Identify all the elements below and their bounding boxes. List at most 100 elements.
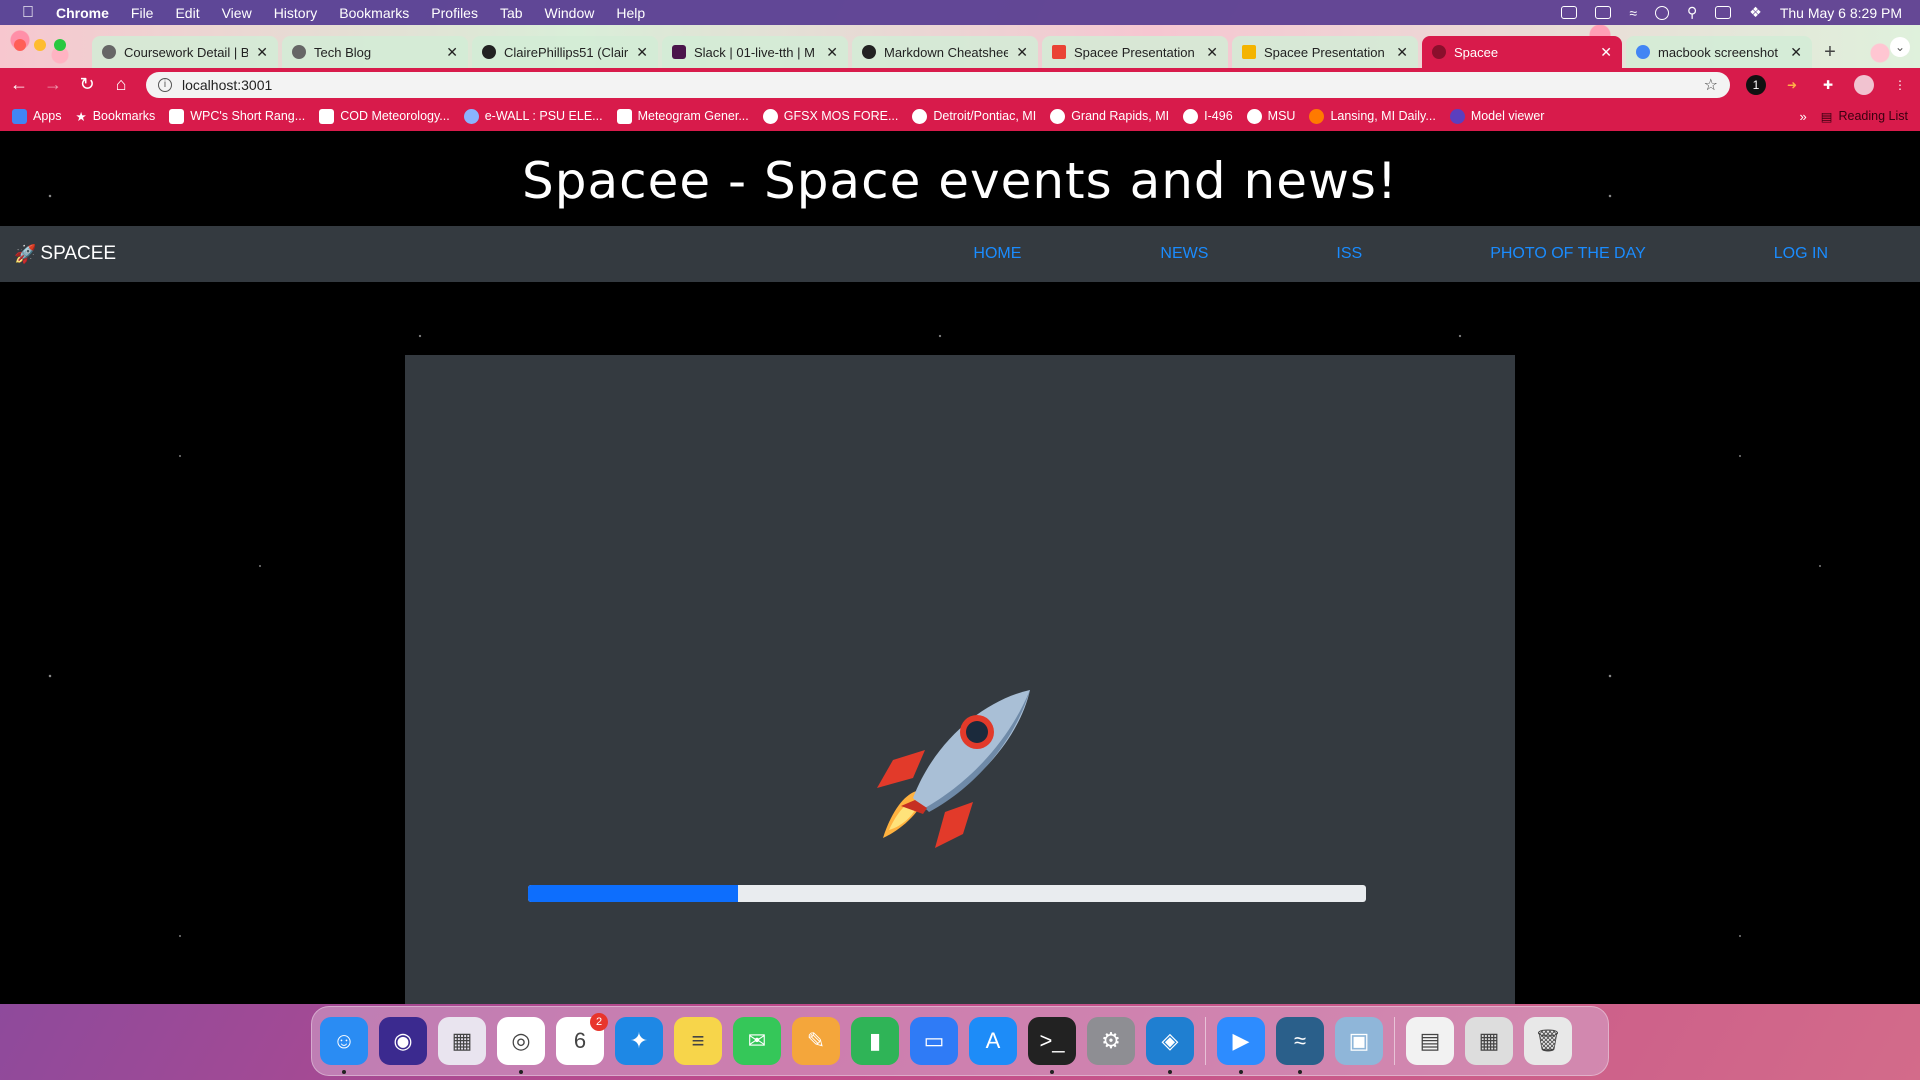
app-store-icon[interactable]: A bbox=[969, 1017, 1017, 1065]
safari-icon[interactable]: ✦ bbox=[615, 1017, 663, 1065]
bookmark-model-viewer[interactable]: Model viewer bbox=[1449, 108, 1544, 124]
bookmark-meteogram[interactable]: Meteogram Gener... bbox=[616, 108, 749, 124]
bookmark-gfsx[interactable]: GFSX MOS FORE... bbox=[762, 108, 898, 124]
system-preferences-icon[interactable]: ⚙ bbox=[1087, 1017, 1135, 1065]
bookmark-msu[interactable]: MSU bbox=[1246, 108, 1295, 124]
tab-tech-blog[interactable]: Tech Blog ✕ bbox=[282, 36, 468, 68]
trash-icon[interactable]: 🗑 bbox=[1524, 1017, 1572, 1065]
bookmark-apps[interactable]: Apps bbox=[12, 108, 62, 124]
nav-iss[interactable]: ISS bbox=[1336, 245, 1362, 263]
browser-toolbar: ← → ↻ ⌂ i localhost:3001 ☆ 1 ➜ ✚ ⋮ bbox=[0, 68, 1920, 101]
running-indicator bbox=[1239, 1070, 1243, 1074]
nav-news[interactable]: NEWS bbox=[1160, 245, 1208, 263]
menu-clock[interactable]: Thu May 6 8:29 PM bbox=[1780, 5, 1902, 21]
new-tab-button[interactable]: + bbox=[1816, 38, 1844, 66]
back-arrow-icon[interactable]: ← bbox=[10, 74, 28, 95]
wifi-icon[interactable]: ≈ bbox=[1629, 5, 1637, 21]
user-status-icon[interactable] bbox=[1655, 5, 1669, 20]
tab-close-icon[interactable]: ✕ bbox=[1790, 44, 1802, 61]
notes-icon[interactable]: ≡ bbox=[674, 1017, 722, 1065]
finder-icon[interactable]: ☺ bbox=[320, 1017, 368, 1074]
tab-slack[interactable]: Slack | 01-live-tth | M ✕ bbox=[662, 36, 848, 68]
extensions-puzzle-icon[interactable]: ✚ bbox=[1818, 75, 1838, 95]
keynote-icon[interactable]: ▭ bbox=[910, 1017, 958, 1065]
tab-markdown-cheatsheet[interactable]: Markdown Cheatshee ✕ bbox=[852, 36, 1038, 68]
vscode-icon[interactable]: ◈ bbox=[1146, 1017, 1194, 1074]
menu-file[interactable]: File bbox=[131, 5, 154, 21]
globe-icon bbox=[1183, 108, 1199, 124]
battery-icon[interactable] bbox=[1595, 6, 1612, 19]
nav-home[interactable]: HOME bbox=[973, 245, 1021, 263]
bookmark-grand-rapids[interactable]: Grand Rapids, MI bbox=[1050, 108, 1169, 124]
menu-history[interactable]: History bbox=[274, 5, 318, 21]
node-window-icon[interactable]: ▦ bbox=[1465, 1017, 1513, 1065]
control-center-icon[interactable] bbox=[1715, 6, 1732, 19]
bookmark-star-icon[interactable]: ☆ bbox=[1704, 75, 1718, 95]
tab-search-icon[interactable]: ⌄ bbox=[1890, 37, 1910, 57]
menu-view[interactable]: View bbox=[222, 5, 252, 21]
bookmark-bookmarks[interactable]: ★ Bookmarks bbox=[76, 109, 156, 124]
tab-close-icon[interactable]: ✕ bbox=[1016, 44, 1028, 61]
siri-status-icon[interactable]: ❖ bbox=[1749, 4, 1762, 21]
tab-macbook-screenshot[interactable]: macbook screenshot ✕ bbox=[1626, 36, 1812, 68]
tab-spacee-presentation-gmail[interactable]: Spacee Presentation ✕ bbox=[1042, 36, 1228, 68]
tab-github-profile[interactable]: ClairePhillips51 (Clair ✕ bbox=[472, 36, 658, 68]
menu-tab[interactable]: Tab bbox=[500, 5, 523, 21]
address-url[interactable]: localhost:3001 bbox=[182, 77, 272, 93]
spotlight-search-icon[interactable]: ⚲ bbox=[1687, 4, 1697, 21]
tab-close-icon[interactable]: ✕ bbox=[1396, 44, 1408, 61]
tab-close-icon[interactable]: ✕ bbox=[636, 44, 648, 61]
zoom-status-icon[interactable] bbox=[1561, 6, 1578, 19]
bookmark-detroit[interactable]: Detroit/Pontiac, MI bbox=[912, 108, 1036, 124]
home-icon[interactable]: ⌂ bbox=[112, 74, 130, 95]
bookmark-ewall[interactable]: e-WALL : PSU ELE... bbox=[463, 108, 603, 124]
tab-close-icon[interactable]: ✕ bbox=[446, 44, 458, 61]
mysql-workbench-icon[interactable]: ≈ bbox=[1276, 1017, 1324, 1074]
menu-window[interactable]: Window bbox=[545, 5, 595, 21]
forward-arrow-icon[interactable]: → bbox=[44, 74, 62, 95]
chrome-icon[interactable]: ◎ bbox=[497, 1017, 545, 1074]
nav-log-in[interactable]: LOG IN bbox=[1774, 245, 1828, 263]
apple-menu-icon[interactable]:  bbox=[0, 4, 56, 22]
pages-icon[interactable]: ✎ bbox=[792, 1017, 840, 1065]
menu-bookmarks[interactable]: Bookmarks bbox=[339, 5, 409, 21]
menu-profiles[interactable]: Profiles bbox=[431, 5, 478, 21]
address-bar[interactable]: i localhost:3001 ☆ bbox=[146, 71, 1730, 98]
launchpad-icon[interactable]: ▦ bbox=[438, 1017, 486, 1065]
tab-close-icon[interactable]: ✕ bbox=[256, 44, 268, 61]
reload-icon[interactable]: ↻ bbox=[78, 74, 96, 95]
bookmark-wpc[interactable]: WPC's Short Rang... bbox=[169, 108, 305, 124]
zoom-window-button[interactable] bbox=[54, 39, 66, 51]
messages-icon[interactable]: ✉ bbox=[733, 1017, 781, 1065]
chrome-menu-icon[interactable]: ⋮ bbox=[1890, 75, 1910, 95]
profile-avatar[interactable] bbox=[1854, 74, 1874, 95]
minimize-window-button[interactable] bbox=[34, 39, 46, 51]
calendar-icon[interactable]: 62 bbox=[556, 1013, 608, 1065]
numbers-icon[interactable]: ▮ bbox=[851, 1017, 899, 1065]
document-icon[interactable]: ▤ bbox=[1406, 1017, 1454, 1065]
extension-arrow-icon[interactable]: ➜ bbox=[1782, 75, 1802, 95]
tab-coursework-detail[interactable]: Coursework Detail | B ✕ bbox=[92, 36, 278, 68]
close-window-button[interactable] bbox=[14, 39, 26, 51]
brand-link[interactable]: 🚀 SPACEE bbox=[14, 243, 116, 265]
siri-icon[interactable]: ◉ bbox=[379, 1017, 427, 1065]
tab-spacee-presentation-slides[interactable]: Spacee Presentation ✕ bbox=[1232, 36, 1418, 68]
nav-photo-of-the-day[interactable]: PHOTO OF THE DAY bbox=[1490, 245, 1646, 263]
zoom-icon[interactable]: ▶ bbox=[1217, 1017, 1265, 1074]
1password-extension-icon[interactable]: 1 bbox=[1746, 74, 1766, 95]
bookmark-lansing[interactable]: Lansing, MI Daily... bbox=[1309, 108, 1436, 124]
reading-list-button[interactable]: ▤ Reading List bbox=[1821, 109, 1908, 124]
tab-close-icon[interactable]: ✕ bbox=[1600, 44, 1612, 61]
terminal-icon[interactable]: >_ bbox=[1028, 1017, 1076, 1074]
preview-icon[interactable]: ▣ bbox=[1335, 1017, 1383, 1065]
menu-app-chrome[interactable]: Chrome bbox=[56, 5, 109, 21]
tab-close-icon[interactable]: ✕ bbox=[1206, 44, 1218, 61]
menu-edit[interactable]: Edit bbox=[175, 5, 199, 21]
tab-spacee-active[interactable]: Spacee ✕ bbox=[1422, 36, 1622, 68]
bookmark-i496[interactable]: I-496 bbox=[1183, 108, 1233, 124]
bookmark-cod[interactable]: COD Meteorology... bbox=[319, 108, 450, 124]
tab-close-icon[interactable]: ✕ bbox=[826, 44, 838, 61]
site-info-icon[interactable]: i bbox=[158, 77, 172, 92]
bookmarks-overflow-icon[interactable]: » bbox=[1799, 109, 1806, 124]
menu-help[interactable]: Help bbox=[616, 5, 645, 21]
